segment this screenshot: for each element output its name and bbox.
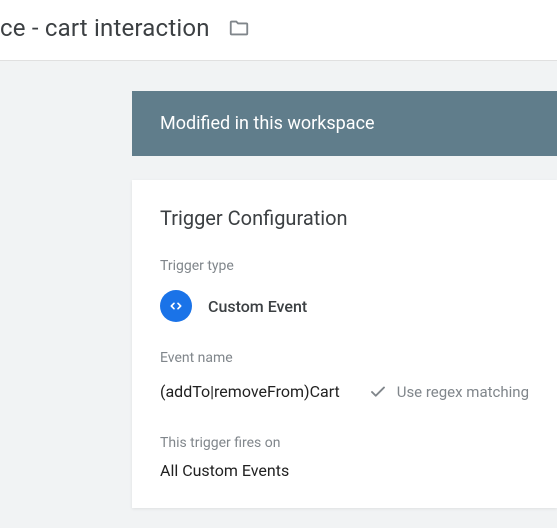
banner-text: Modified in this workspace	[160, 113, 375, 134]
fires-on-label: This trigger fires on	[160, 435, 529, 451]
check-icon	[369, 383, 387, 401]
folder-icon[interactable]	[228, 17, 250, 39]
regex-matching-label: Use regex matching	[397, 383, 529, 401]
code-icon	[160, 290, 192, 322]
event-name-value: (addTo|removeFrom)Cart	[160, 382, 340, 401]
trigger-configuration-card[interactable]: Trigger Configuration Trigger type Custo…	[132, 180, 557, 508]
page-title: ce - cart interaction	[0, 14, 210, 42]
card-title: Trigger Configuration	[160, 206, 529, 230]
workspace-modified-banner: Modified in this workspace	[132, 91, 557, 156]
trigger-type-name: Custom Event	[208, 297, 307, 316]
fires-on-value: All Custom Events	[160, 461, 529, 480]
event-name-row: (addTo|removeFrom)Cart Use regex matchin…	[160, 382, 529, 401]
trigger-type-label: Trigger type	[160, 258, 529, 274]
regex-matching-option[interactable]: Use regex matching	[369, 383, 529, 401]
page-header: ce - cart interaction	[0, 0, 557, 61]
trigger-type-row[interactable]: Custom Event	[160, 290, 529, 322]
event-name-label: Event name	[160, 350, 529, 366]
content-area: Modified in this workspace Trigger Confi…	[0, 61, 557, 528]
